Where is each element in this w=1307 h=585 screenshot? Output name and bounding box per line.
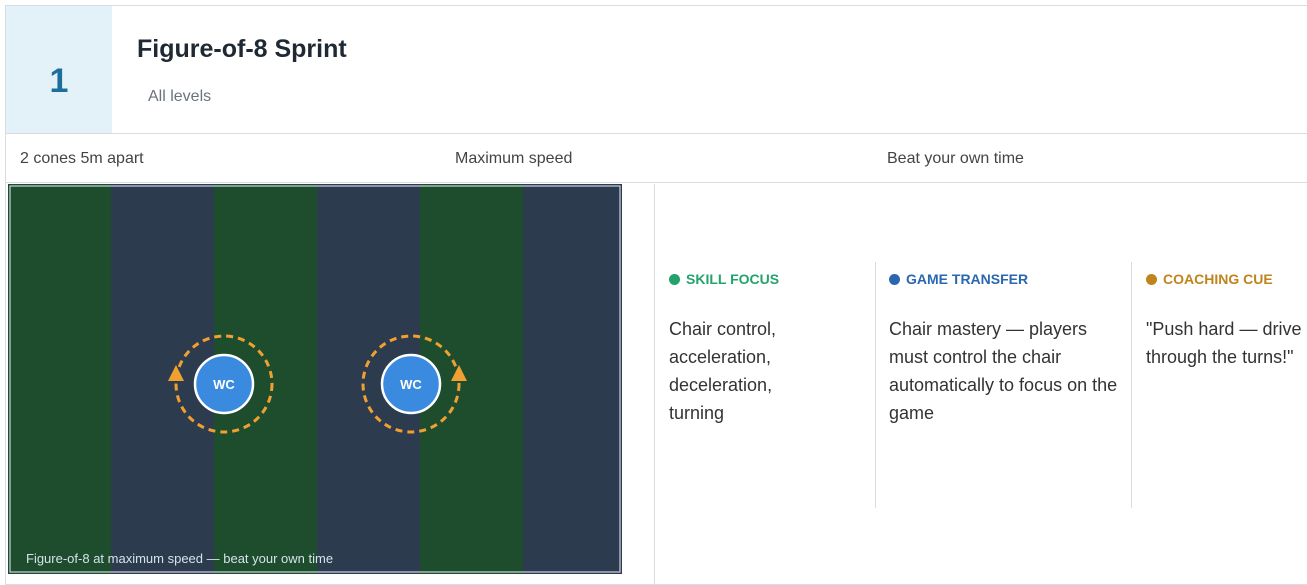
drill-card: 1 Figure-of-8 Sprint All levels 2 cones …	[5, 5, 1307, 585]
player-label: WC	[400, 377, 422, 392]
game-transfer-heading: GAME TRANSFER	[889, 271, 1099, 287]
pitch-diagram: WC WC Figure-of-8 at maximum speed — bea…	[8, 184, 622, 574]
panel-divider	[654, 184, 655, 584]
dot-icon	[669, 273, 680, 285]
player-label: WC	[213, 377, 235, 392]
coaching-cue-heading: COACHING CUE	[1146, 271, 1307, 287]
column-separator	[875, 262, 876, 508]
dot-icon	[1146, 273, 1157, 285]
coaching-cue-text: "Push hard — drive through the turns!"	[1146, 319, 1302, 367]
meta-equipment: 2 cones 5m apart	[20, 150, 144, 167]
pitch-svg: WC WC	[8, 184, 622, 574]
coaching-cue-column: COACHING CUE "Push hard — drive through …	[1146, 271, 1307, 371]
pitch-caption: Figure-of-8 at maximum speed — beat your…	[26, 551, 334, 566]
drill-number-badge: 1	[6, 6, 112, 133]
meta-intensity: Maximum speed	[455, 150, 573, 167]
drill-title: Figure-of-8 Sprint	[137, 35, 347, 63]
drill-meta-row: 2 cones 5m apart Maximum speed Beat your…	[6, 133, 1307, 183]
column-separator	[1131, 262, 1132, 508]
wheelchair-player-2: WC	[380, 353, 442, 415]
game-transfer-text: Chair mastery — players must control the…	[889, 319, 1118, 423]
skill-focus-heading: SKILL FOCUS	[669, 271, 879, 287]
pitch-stripe	[523, 184, 622, 574]
drill-number: 1	[49, 61, 69, 100]
dot-icon	[889, 273, 900, 285]
game-transfer-column: GAME TRANSFER Chair mastery — players mu…	[889, 271, 1117, 427]
pitch-stripe	[8, 184, 111, 574]
skill-focus-column: SKILL FOCUS Chair control, acceleration,…	[669, 271, 879, 427]
meta-challenge: Beat your own time	[887, 150, 1024, 167]
drill-level: All levels	[148, 88, 212, 105]
wheelchair-player-1: WC	[193, 353, 255, 415]
skill-focus-text: Chair control, acceleration, deceleratio…	[669, 319, 777, 423]
